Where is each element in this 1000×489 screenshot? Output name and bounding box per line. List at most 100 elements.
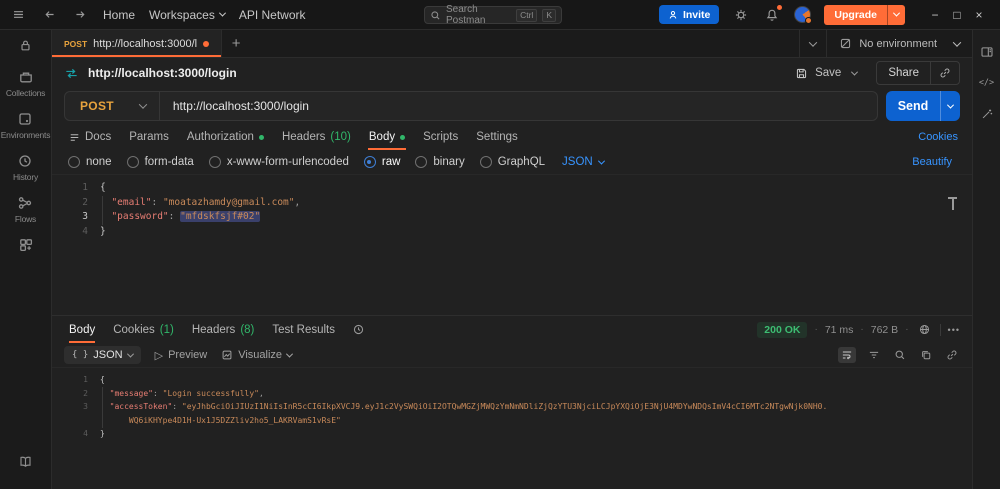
sidebar-item-environments[interactable]: Environments <box>1 111 51 140</box>
beautify-link[interactable]: Beautify <box>912 156 956 168</box>
sidebar-item-collections[interactable]: Collections <box>6 69 45 98</box>
wand-postbot-icon[interactable] <box>978 105 996 123</box>
avatar[interactable] <box>794 6 811 23</box>
request-body-editor[interactable]: 1{2 "email": "moatazhamdy@gmail.com",3 "… <box>52 174 972 315</box>
tab-body[interactable]: Body <box>360 124 414 150</box>
invite-button[interactable]: Invite <box>659 5 719 24</box>
radio-selected-icon <box>364 156 376 168</box>
mode-binary[interactable]: binary <box>415 156 464 168</box>
visualize-button[interactable]: Visualize <box>221 349 292 361</box>
settings-gear-icon[interactable] <box>732 6 750 24</box>
mode-graphql[interactable]: GraphQL <box>480 156 545 168</box>
code-line[interactable]: 3 "password": "mfdskfsjf#02" <box>52 210 972 225</box>
language-selector[interactable]: JSON <box>562 156 604 168</box>
tab-params[interactable]: Params <box>120 124 178 150</box>
status-badge[interactable]: 200 OK <box>757 322 807 338</box>
tab-scripts[interactable]: Scripts <box>414 124 467 150</box>
menu-icon[interactable] <box>10 6 27 23</box>
mode-form-data[interactable]: form-data <box>127 156 194 168</box>
url-input[interactable]: http://localhost:3000/login <box>160 99 877 113</box>
search-input[interactable]: Search Postman Ctrl K <box>424 6 562 24</box>
braces-icon: { } <box>72 350 88 360</box>
code-line[interactable]: 2 "email": "moatazhamdy@gmail.com", <box>52 196 972 211</box>
window-maximize-button[interactable]: □ <box>946 6 968 24</box>
tab-settings[interactable]: Settings <box>467 124 527 150</box>
link-response-icon[interactable] <box>944 347 960 363</box>
more-options-icon[interactable]: ••• <box>948 325 960 335</box>
sidebar-add-blocks-button[interactable] <box>18 237 34 253</box>
new-tab-button[interactable]: + <box>222 30 250 57</box>
tab-headers[interactable]: Headers(10) <box>273 124 360 150</box>
response-body-viewer[interactable]: 1{2 "message": "Login successfully",3 "a… <box>52 367 972 489</box>
sidebar-item-history[interactable]: History <box>13 153 38 182</box>
code-line[interactable]: 4} <box>52 225 972 240</box>
sidebar-item-label: History <box>13 172 38 182</box>
indent-guide <box>102 196 103 225</box>
mode-x-www-form-urlencoded[interactable]: x-www-form-urlencoded <box>209 156 349 168</box>
preview-button[interactable]: ▷ Preview <box>155 349 208 362</box>
share-button[interactable]: Share <box>877 67 930 79</box>
response-tab-body[interactable]: Body <box>60 316 104 343</box>
upgrade-chevron[interactable] <box>887 5 905 25</box>
response-history-button[interactable] <box>344 316 373 343</box>
forward-icon[interactable] <box>72 6 89 23</box>
tab-options-button[interactable] <box>799 30 826 57</box>
environment-label: No environment <box>859 38 937 50</box>
window-close-button[interactable]: × <box>968 6 990 24</box>
send-button[interactable]: Send <box>886 91 960 121</box>
request-tab[interactable]: POST http://localhost:3000/l <box>52 30 222 57</box>
history-clock-icon <box>352 323 365 336</box>
network-globe-icon[interactable] <box>916 321 933 338</box>
code-line-content[interactable]: } <box>100 225 106 240</box>
environment-selector[interactable]: No environment <box>826 30 972 57</box>
code-line-content: WQ6iKHYpe4D1H-Ux1J5DZZliv2ho5_LAKRVamS1v… <box>100 414 341 428</box>
tab-label: Body <box>69 324 95 336</box>
mode-none[interactable]: none <box>68 156 112 168</box>
response-format-label: JSON <box>93 349 122 361</box>
mode-raw[interactable]: raw <box>364 156 401 168</box>
filter-icon[interactable] <box>866 347 882 363</box>
window-minimize-button[interactable]: − <box>924 6 946 24</box>
radio-icon <box>480 156 492 168</box>
send-options-button[interactable] <box>940 91 960 121</box>
separator-dot: · <box>814 324 817 335</box>
code-line-content[interactable]: "password": "mfdskfsjf#02" <box>100 210 260 225</box>
share-group: Share <box>876 61 960 85</box>
tab-label: Authorization <box>187 131 254 143</box>
tab-docs[interactable]: Docs <box>60 124 120 150</box>
back-icon[interactable] <box>41 6 58 23</box>
code-line[interactable]: 1{ <box>52 181 972 196</box>
cookies-link[interactable]: Cookies <box>918 124 964 150</box>
send-label: Send <box>886 91 940 121</box>
response-tab-test-results[interactable]: Test Results <box>263 316 344 343</box>
nav-api-network[interactable]: API Network <box>239 8 306 22</box>
copy-link-button[interactable] <box>931 67 959 79</box>
learning-center-button[interactable] <box>18 454 33 469</box>
sidebar-item-flows[interactable]: Flows <box>15 195 36 224</box>
chevron-down-icon <box>851 68 858 75</box>
wrap-text-icon[interactable] <box>838 347 856 363</box>
upgrade-button[interactable]: Upgrade <box>824 5 905 25</box>
chevron-down-icon <box>953 38 961 46</box>
nav-home[interactable]: Home <box>103 8 135 22</box>
save-dropdown-button[interactable] <box>850 69 859 78</box>
copy-icon[interactable] <box>918 347 934 363</box>
tab-authorization[interactable]: Authorization <box>178 124 273 150</box>
save-button[interactable]: Save <box>795 67 841 80</box>
nav-workspaces[interactable]: Workspaces <box>149 8 225 22</box>
search-response-icon[interactable] <box>892 347 908 363</box>
environment-quicklook-panel-icon[interactable] <box>978 43 996 61</box>
response-tab-headers[interactable]: Headers(8) <box>183 316 264 343</box>
code-snippet-icon[interactable]: </> <box>979 78 994 88</box>
mode-label: x-www-form-urlencoded <box>227 156 349 168</box>
tab-label: Headers <box>192 324 235 336</box>
response-tab-cookies[interactable]: Cookies(1) <box>104 316 183 343</box>
notifications-bell-icon[interactable] <box>763 6 781 24</box>
code-line-content[interactable]: "email": "moatazhamdy@gmail.com", <box>100 196 300 211</box>
code-line-content: "message": "Login successfully", <box>100 387 264 401</box>
method-selector[interactable]: POST <box>65 99 159 113</box>
code-line-content[interactable]: { <box>100 181 106 196</box>
response-format-selector[interactable]: { } JSON <box>64 346 141 364</box>
request-tab-bar: POST http://localhost:3000/l + No enviro… <box>52 30 972 58</box>
sidebar-lock-button[interactable] <box>18 38 33 53</box>
